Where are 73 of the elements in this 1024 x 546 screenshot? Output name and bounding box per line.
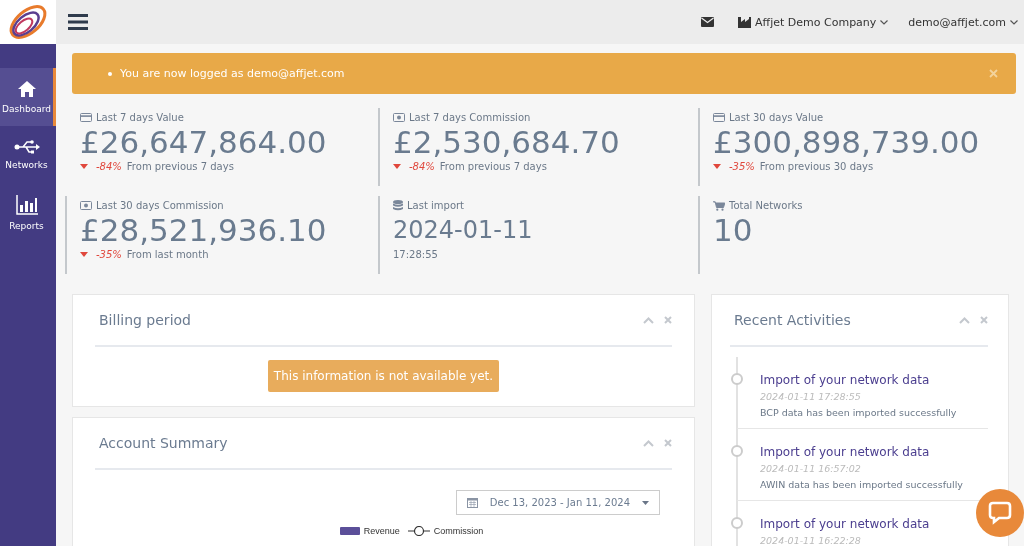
stat-value: £28,521,936.10 (80, 211, 328, 249)
sidebar-item[interactable]: Reports (0, 184, 56, 242)
stat-note: 17:28:55 (393, 249, 438, 260)
chevron-down-icon (1010, 19, 1018, 25)
activity-title[interactable]: Import of your network data (760, 517, 930, 531)
activity-text: BCP data has been imported successfully (760, 407, 958, 418)
change-percent: -84% (409, 161, 435, 172)
sidebar-item[interactable]: Dashboard (0, 68, 56, 126)
alert-message: You are now logged as demo@affjet.com (120, 67, 345, 80)
change-percent: -35% (96, 249, 122, 260)
legend-swatch (339, 527, 360, 535)
stat-note: From previous 7 days (126, 161, 234, 172)
collapse-icon[interactable] (643, 316, 654, 324)
calendar-icon (466, 497, 478, 508)
chevron-down-icon (880, 19, 889, 25)
timeline-dot-icon (731, 373, 743, 385)
close-icon[interactable] (664, 439, 672, 447)
banknote-icon (393, 113, 405, 122)
change-percent: -84% (96, 161, 122, 172)
activity-time: 2024-01-11 16:22:28 (760, 535, 862, 546)
close-icon[interactable] (664, 316, 672, 324)
close-icon[interactable] (989, 69, 998, 78)
bar-chart-icon (15, 195, 38, 215)
user-dropdown[interactable]: demo@affjet.com (908, 15, 1018, 29)
home-icon (16, 80, 37, 98)
activity-time: 2024-01-11 17:28:55 (760, 391, 862, 402)
notice-message: This information is not available yet. (267, 360, 500, 392)
stat-label: Last 30 days Value (729, 112, 824, 123)
close-icon[interactable] (980, 316, 988, 324)
stat-label: Last 7 days Commission (409, 112, 531, 123)
credit-card-icon (80, 113, 92, 122)
stat-label: Last 30 days Commission (96, 200, 224, 211)
usb-icon (13, 140, 40, 154)
card-title: Recent Activities (733, 312, 851, 328)
stat-note: From previous 30 days (759, 161, 874, 172)
card-title: Account Summary (98, 435, 228, 451)
card-title: Billing period (98, 312, 191, 328)
collapse-icon[interactable] (643, 439, 654, 447)
stat-note: From last month (126, 249, 209, 260)
company-dropdown[interactable]: Affjet Demo Company (738, 15, 889, 29)
stat-label: Last 7 days Value (96, 112, 184, 123)
legend-label: Commission (433, 526, 484, 536)
date-range-picker[interactable]: Dec 13, 2023 - Jan 11, 2024 (455, 490, 660, 515)
stat-label: Last import (407, 200, 465, 211)
stat-value: £300,898,739.00 (713, 123, 981, 161)
stat-value: 2024-01-11 (393, 215, 534, 246)
mail-icon[interactable] (701, 17, 715, 27)
chat-icon (988, 501, 1012, 525)
factory-icon (738, 16, 752, 28)
credit-card-icon (713, 113, 725, 122)
caret-down-icon (642, 500, 649, 505)
banknote-icon (80, 201, 92, 210)
stat-value: £26,647,864.00 (80, 123, 328, 161)
stat-label: Total Networks (729, 200, 803, 211)
stat-value: £2,530,684.70 (393, 123, 621, 161)
stat-value: 10 (713, 211, 754, 249)
activity-title[interactable]: Import of your network data (760, 445, 930, 459)
activity-text: AWIN data has been imported successfully (760, 479, 964, 490)
stat-note: From previous 7 days (439, 161, 547, 172)
database-icon (393, 200, 403, 211)
legend-label: Revenue (363, 526, 400, 536)
change-percent: -35% (729, 161, 755, 172)
activity-time: 2024-01-11 16:57:02 (760, 463, 862, 474)
chat-button[interactable] (976, 489, 1024, 537)
sidebar-item[interactable]: Networks (0, 126, 56, 184)
timeline-dot-icon (731, 445, 743, 457)
activity-title[interactable]: Import of your network data (760, 373, 930, 387)
collapse-icon[interactable] (959, 316, 970, 324)
timeline-dot-icon (731, 517, 743, 529)
cart-icon (713, 200, 725, 211)
menu-icon[interactable] (68, 14, 88, 30)
bullet-icon (108, 71, 112, 76)
legend-line-icon (407, 526, 430, 536)
